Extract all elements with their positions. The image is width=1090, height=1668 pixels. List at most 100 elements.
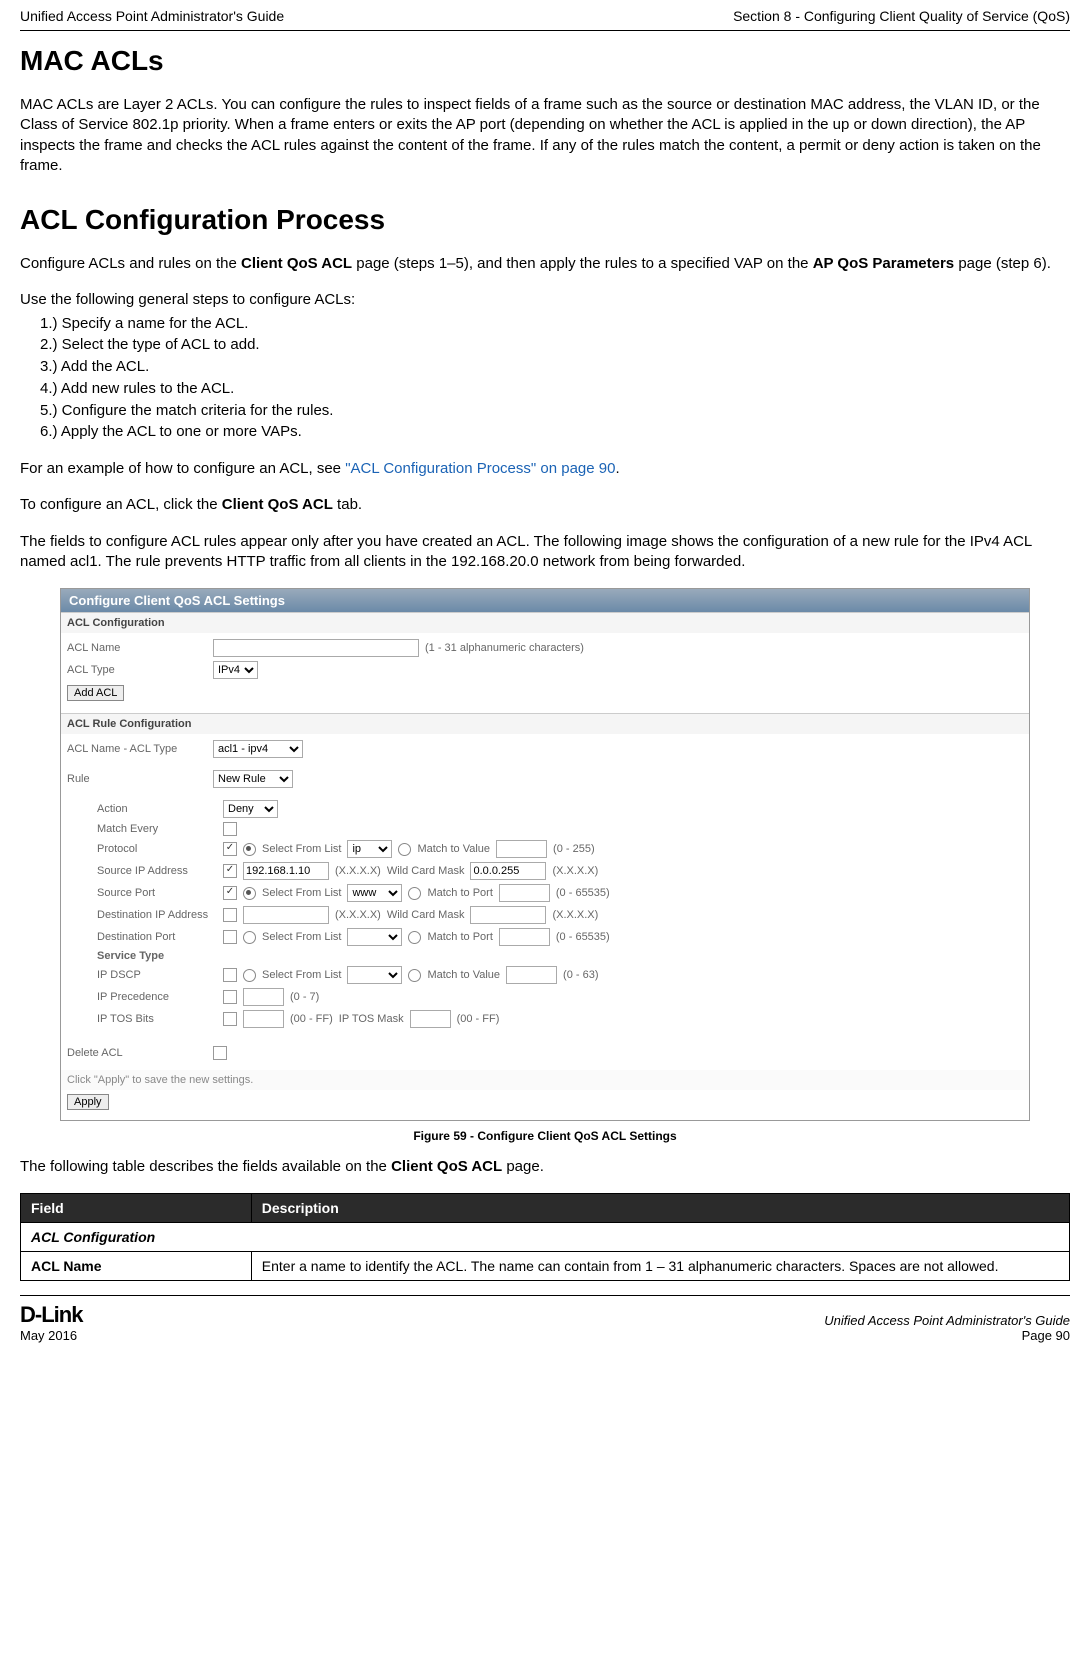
radio-src-port-list[interactable] [243,887,256,900]
input-dest-mask[interactable] [470,906,546,924]
paragraph-fields-desc: The fields to configure ACL rules appear… [20,532,1070,573]
radio-dst-port-value[interactable] [408,931,421,944]
hint-range: (0 - 65535) [556,931,610,943]
input-ip-dscp[interactable] [506,966,557,984]
label-wildcard-mask: Wild Card Mask [387,865,465,877]
label-match-to-value: Match to Value [427,969,500,981]
paragraph-to-configure: To configure an ACL, click the Client Qo… [20,495,1070,515]
text-bold: AP QoS Parameters [813,255,954,272]
label-match-to-port: Match to Port [427,931,492,943]
th-field: Field [21,1194,252,1223]
select-dest-port[interactable] [347,928,402,946]
select-source-port[interactable]: www [347,884,402,902]
input-dest-ip[interactable] [243,906,329,924]
button-add-acl[interactable]: Add ACL [67,685,124,701]
paragraph-mac-acls-intro: MAC ACLs are Layer 2 ACLs. You can confi… [20,95,1070,176]
text-fragment: For an example of how to configure an AC… [20,460,345,477]
label-action: Action [97,803,217,815]
section-acl-rule-configuration: ACL Rule Configuration [61,713,1029,734]
radio-dscp-value[interactable] [408,969,421,982]
td-acl-name: ACL Name [21,1252,252,1281]
label-rule: Rule [67,773,207,785]
label-match-to-port: Match to Port [427,887,492,899]
select-acl-type[interactable]: IPv4 [213,661,258,679]
checkbox-ip-prec[interactable] [223,990,237,1004]
checkbox-source-ip[interactable] [223,864,237,878]
hint-range: (0 - 7) [290,991,319,1003]
label-protocol: Protocol [97,843,217,855]
page-footer: D-Link May 2016 Unified Access Point Adm… [20,1295,1070,1353]
checkbox-dest-port[interactable] [223,930,237,944]
checkbox-delete-acl[interactable] [213,1046,227,1060]
label-source-ip: Source IP Address [97,865,217,877]
hint-range: (0 - 255) [553,843,595,855]
link-acl-config-process[interactable]: "ACL Configuration Process" on page 90 [345,460,615,477]
input-acl-name[interactable] [213,639,419,657]
input-source-port[interactable] [499,884,550,902]
select-protocol[interactable]: ip [347,840,392,858]
header-right: Section 8 - Configuring Client Quality o… [733,8,1070,24]
button-apply[interactable]: Apply [67,1094,109,1110]
radio-dscp-list[interactable] [243,969,256,982]
label-wildcard-mask: Wild Card Mask [387,909,465,921]
checkbox-ip-dscp[interactable] [223,968,237,982]
text-fragment: page (steps 1–5), and then apply the rul… [352,255,813,272]
footer-page-number: Page 90 [824,1328,1070,1343]
input-source-ip[interactable] [243,862,329,880]
text-fragment: page (step 6). [954,255,1051,272]
paragraph-example: For an example of how to configure an AC… [20,459,1070,479]
heading-mac-acls: MAC ACLs [20,45,1070,77]
paragraph-table-intro: The following table describes the fields… [20,1157,1070,1177]
input-protocol-value[interactable] [496,840,547,858]
step-item: 1.) Specify a name for the ACL. [40,313,1070,335]
footer-title: Unified Access Point Administrator's Gui… [824,1313,1070,1328]
label-select-from-list: Select From List [262,969,341,981]
input-ip-tos-mask[interactable] [410,1010,451,1028]
figure-caption: Figure 59 - Configure Client QoS ACL Set… [20,1129,1070,1143]
label-select-from-list: Select From List [262,931,341,943]
steps-list: 1.) Specify a name for the ACL. 2.) Sele… [40,313,1070,444]
label-acl-type: ACL Type [67,664,207,676]
hint-format: (X.X.X.X) [335,865,381,877]
hint-format: (X.X.X.X) [552,865,598,877]
text-fragment: To configure an ACL, click the [20,496,222,513]
input-dest-port[interactable] [499,928,550,946]
footer-date: May 2016 [20,1328,82,1343]
checkbox-dest-ip[interactable] [223,908,237,922]
text-bold: Client QoS ACL [391,1158,502,1175]
paragraph-acl-process-intro: Configure ACLs and rules on the Client Q… [20,254,1070,274]
radio-protocol-value[interactable] [398,843,411,856]
select-action[interactable]: Deny [223,800,278,818]
radio-dst-port-list[interactable] [243,931,256,944]
checkbox-match-every[interactable] [223,822,237,836]
text-fragment: . [615,460,619,477]
input-ip-prec[interactable] [243,988,284,1006]
figure-config-panel: Configure Client QoS ACL Settings ACL Co… [60,588,1030,1121]
label-service-type: Service Type [97,950,217,962]
td-acl-name-desc: Enter a name to identify the ACL. The na… [251,1252,1069,1281]
label-ip-precedence: IP Precedence [97,991,217,1003]
checkbox-source-port[interactable] [223,886,237,900]
label-dest-ip: Destination IP Address [97,909,217,921]
select-acl-name-type[interactable]: acl1 - ipv4 [213,740,303,758]
hint-format: (X.X.X.X) [552,909,598,921]
hint-format: (X.X.X.X) [335,909,381,921]
label-acl-name-type: ACL Name - ACL Type [67,743,207,755]
step-item: 5.) Configure the match criteria for the… [40,400,1070,422]
label-delete-acl: Delete ACL [67,1047,207,1059]
section-acl-configuration: ACL Configuration [61,612,1029,633]
select-rule[interactable]: New Rule [213,770,293,788]
label-ip-tos-mask: IP TOS Mask [339,1013,404,1025]
hint-acl-name: (1 - 31 alphanumeric characters) [425,642,584,654]
select-ip-dscp[interactable] [347,966,402,984]
fields-table: Field Description ACL Configuration ACL … [20,1193,1070,1281]
radio-protocol-list[interactable] [243,843,256,856]
input-ip-tos[interactable] [243,1010,284,1028]
text-bold: Client QoS ACL [222,496,333,513]
radio-src-port-value[interactable] [408,887,421,900]
checkbox-ip-tos[interactable] [223,1012,237,1026]
text-fragment: Configure ACLs and rules on the [20,255,241,272]
input-source-mask[interactable] [470,862,546,880]
checkbox-protocol[interactable] [223,842,237,856]
th-description: Description [251,1194,1069,1223]
